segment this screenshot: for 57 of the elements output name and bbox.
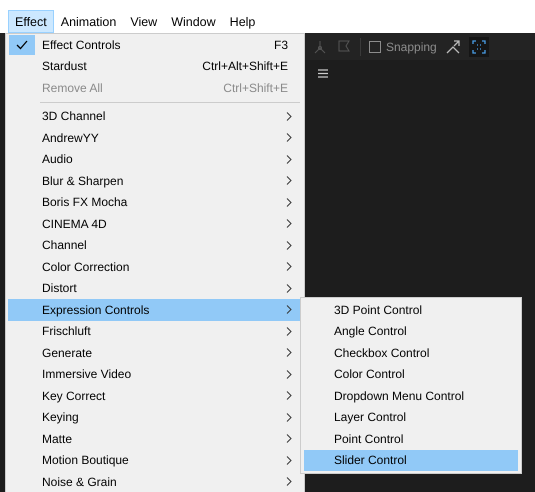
menu-bar-item[interactable]: Window — [164, 10, 223, 33]
menu-item[interactable]: Motion Boutique — [8, 450, 304, 471]
chevron-right-icon — [285, 348, 293, 358]
menu-item[interactable]: Distort — [8, 278, 304, 299]
menu-item[interactable]: Channel — [8, 234, 304, 256]
chevron-right-icon — [285, 434, 293, 444]
menu-item[interactable]: 3D Channel — [8, 106, 304, 127]
chevron-right-icon — [285, 305, 293, 314]
menu-item[interactable]: Point Control — [304, 428, 518, 450]
menu-item[interactable]: Boris FX Mocha — [8, 192, 304, 213]
chevron-right-icon — [285, 176, 293, 186]
chevron-right-icon — [285, 198, 293, 207]
chevron-right-icon — [285, 370, 293, 379]
chevron-right-icon — [285, 219, 293, 228]
menu-item[interactable]: Immersive Video — [8, 364, 304, 385]
chevron-right-icon — [285, 391, 293, 400]
chevron-right-icon — [285, 262, 293, 272]
menu-item[interactable]: Color Control — [304, 364, 518, 385]
menu-item[interactable]: Color Correction — [8, 256, 304, 278]
chevron-right-icon — [285, 112, 293, 121]
menu-item[interactable]: 3D Point Control — [304, 299, 518, 320]
menu-item[interactable]: Generate — [8, 342, 304, 364]
menu-item[interactable]: AndrewYY — [8, 127, 304, 148]
chevron-right-icon — [285, 477, 293, 486]
shortcut-text: F3 — [274, 38, 288, 52]
chevron-right-icon — [285, 456, 293, 465]
menu-item[interactable]: Checkbox Control — [304, 342, 518, 364]
shortcut-text: Ctrl+Shift+E — [223, 80, 288, 95]
menu-item[interactable]: Matte — [8, 428, 304, 450]
chevron-right-icon — [285, 326, 293, 336]
menu-item[interactable]: Noise & Grain — [8, 471, 304, 492]
menu-bar-item[interactable]: Animation — [54, 10, 124, 33]
menu-item[interactable]: Key Correct — [8, 385, 304, 406]
menu-item[interactable]: Frischluft — [8, 320, 304, 342]
menu-item[interactable]: CINEMA 4D — [8, 213, 304, 234]
menu-item[interactable]: Dropdown Menu Control — [304, 385, 518, 406]
menu-item[interactable]: Effect Controls F3 — [8, 34, 304, 56]
menu-item[interactable]: Keying — [8, 406, 304, 428]
snapping-checkbox[interactable]: Snapping — [369, 40, 437, 54]
chevron-right-icon — [285, 412, 293, 422]
chevron-right-icon — [285, 133, 293, 142]
menu-bar-item[interactable]: View — [123, 10, 164, 33]
grid-toggle-button[interactable] — [468, 36, 489, 56]
chevron-right-icon — [285, 240, 293, 250]
menu-icon[interactable] — [318, 69, 328, 78]
chevron-right-icon — [285, 284, 293, 293]
menu-item[interactable]: Angle Control — [304, 320, 518, 342]
menu-bar-item[interactable]: Effect — [8, 10, 54, 33]
menu-item[interactable]: Audio — [8, 148, 304, 170]
shortcut-text: Ctrl+Alt+Shift+E — [202, 59, 288, 74]
snap-arrow-icon[interactable] — [444, 38, 461, 54]
menu-item[interactable]: Slider Control — [304, 450, 518, 471]
menu-item[interactable]: Stardust Ctrl+Alt+Shift+E — [8, 56, 304, 77]
chevron-right-icon — [285, 154, 293, 164]
menu-item[interactable]: Blur & Sharpen — [8, 170, 304, 192]
menu-bar-item[interactable]: Help — [222, 10, 262, 33]
menu-item[interactable]: Layer Control — [304, 406, 518, 428]
